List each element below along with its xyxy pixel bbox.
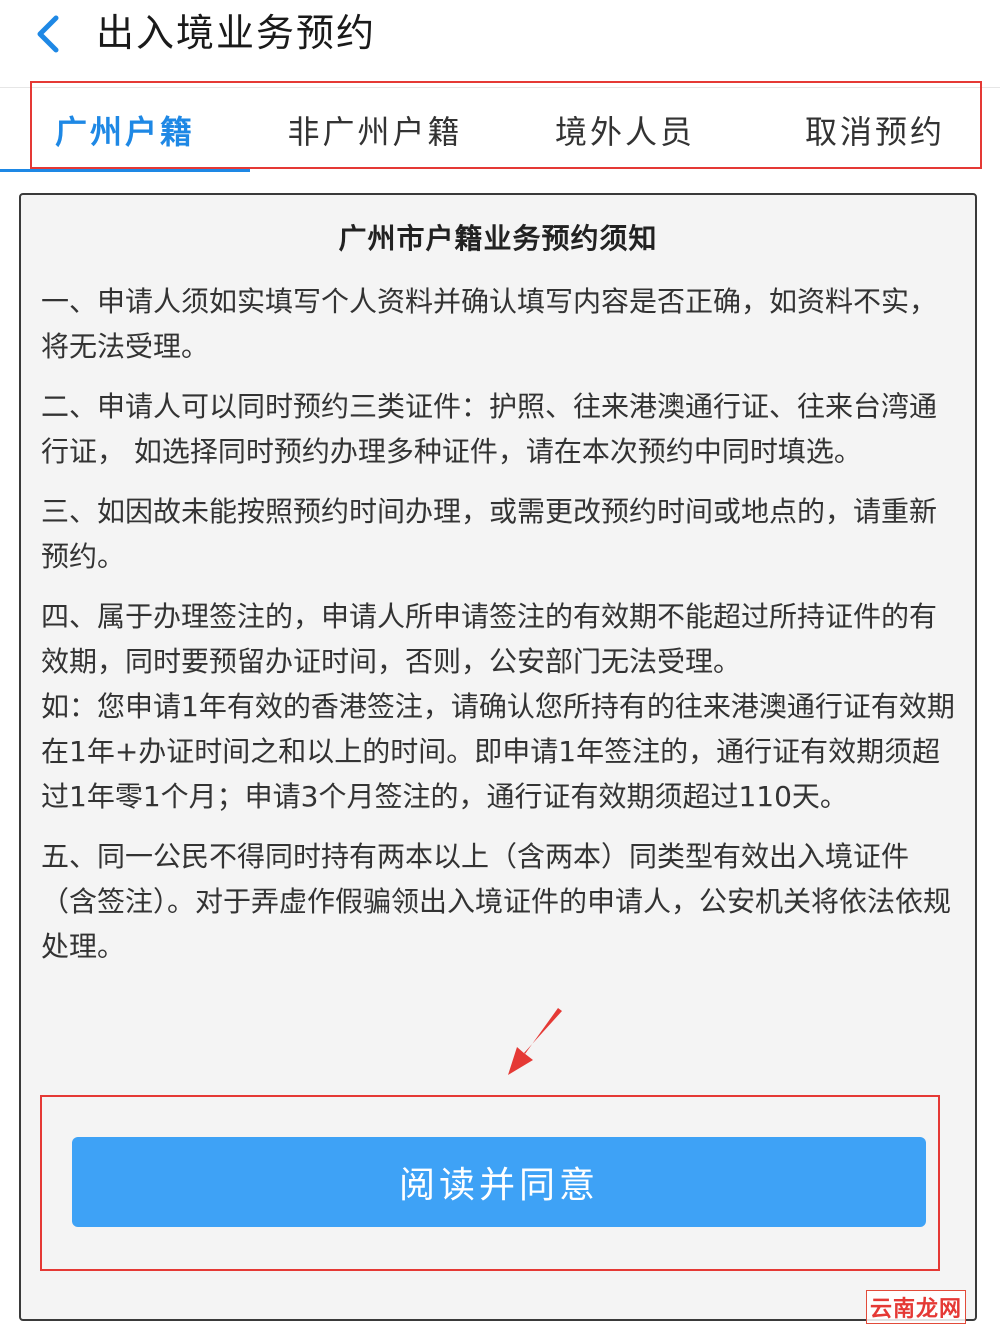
notice-item-4: 四、属于办理签注的，申请人所申请签注的有效期不能超过所持证件的有效期，同时要预留… bbox=[41, 600, 938, 678]
notice-title: 广州市户籍业务预约须知 bbox=[338, 222, 658, 255]
site-watermark: 云南龙网 bbox=[866, 1290, 966, 1324]
page: 出入境业务预约 广州户籍 非广州户籍 境外人员 取消预约 广州市户籍业务预约须知… bbox=[0, 0, 1000, 1333]
chevron-left-icon[interactable] bbox=[30, 12, 70, 56]
active-tab-indicator bbox=[0, 169, 250, 172]
notice-item-4-example: 如：您申请1年有效的香港签注，请确认您所持有的往来港澳通行证有效期在1年+办证时… bbox=[41, 690, 955, 813]
app-header: 出入境业务预约 bbox=[0, 0, 1000, 88]
tab-bar: 广州户籍 非广州户籍 境外人员 取消预约 bbox=[0, 88, 1000, 172]
notice-item-2: 二、申请人可以同时预约三类证件：护照、往来港澳通行证、往来台湾通行证， 如选择同… bbox=[41, 390, 938, 468]
notice-body: 一、申请人须如实填写个人资料并确认填写内容是否正确，如资料不实，将无法受理。 二… bbox=[41, 279, 961, 984]
page-title: 出入境业务预约 bbox=[96, 11, 377, 55]
notice-item-5: 五、同一公民不得同时持有两本以上（含两本）同类型有效出入境证件（含签注）。对于弄… bbox=[41, 840, 952, 963]
tab-overseas-personnel[interactable]: 境外人员 bbox=[500, 88, 750, 172]
tab-cancel-appointment[interactable]: 取消预约 bbox=[750, 88, 1000, 172]
notice-item-3: 三、如因故未能按照预约时间办理，或需更改预约时间或地点的，请重新预约。 bbox=[41, 495, 938, 573]
notice-item-1: 一、申请人须如实填写个人资料并确认填写内容是否正确，如资料不实，将无法受理。 bbox=[41, 285, 938, 363]
read-and-agree-button[interactable]: 阅读并同意 bbox=[72, 1137, 926, 1227]
tab-guangzhou-household[interactable]: 广州户籍 bbox=[0, 88, 250, 172]
tab-non-guangzhou-household[interactable]: 非广州户籍 bbox=[250, 88, 500, 172]
red-arrow-icon bbox=[508, 1008, 562, 1075]
